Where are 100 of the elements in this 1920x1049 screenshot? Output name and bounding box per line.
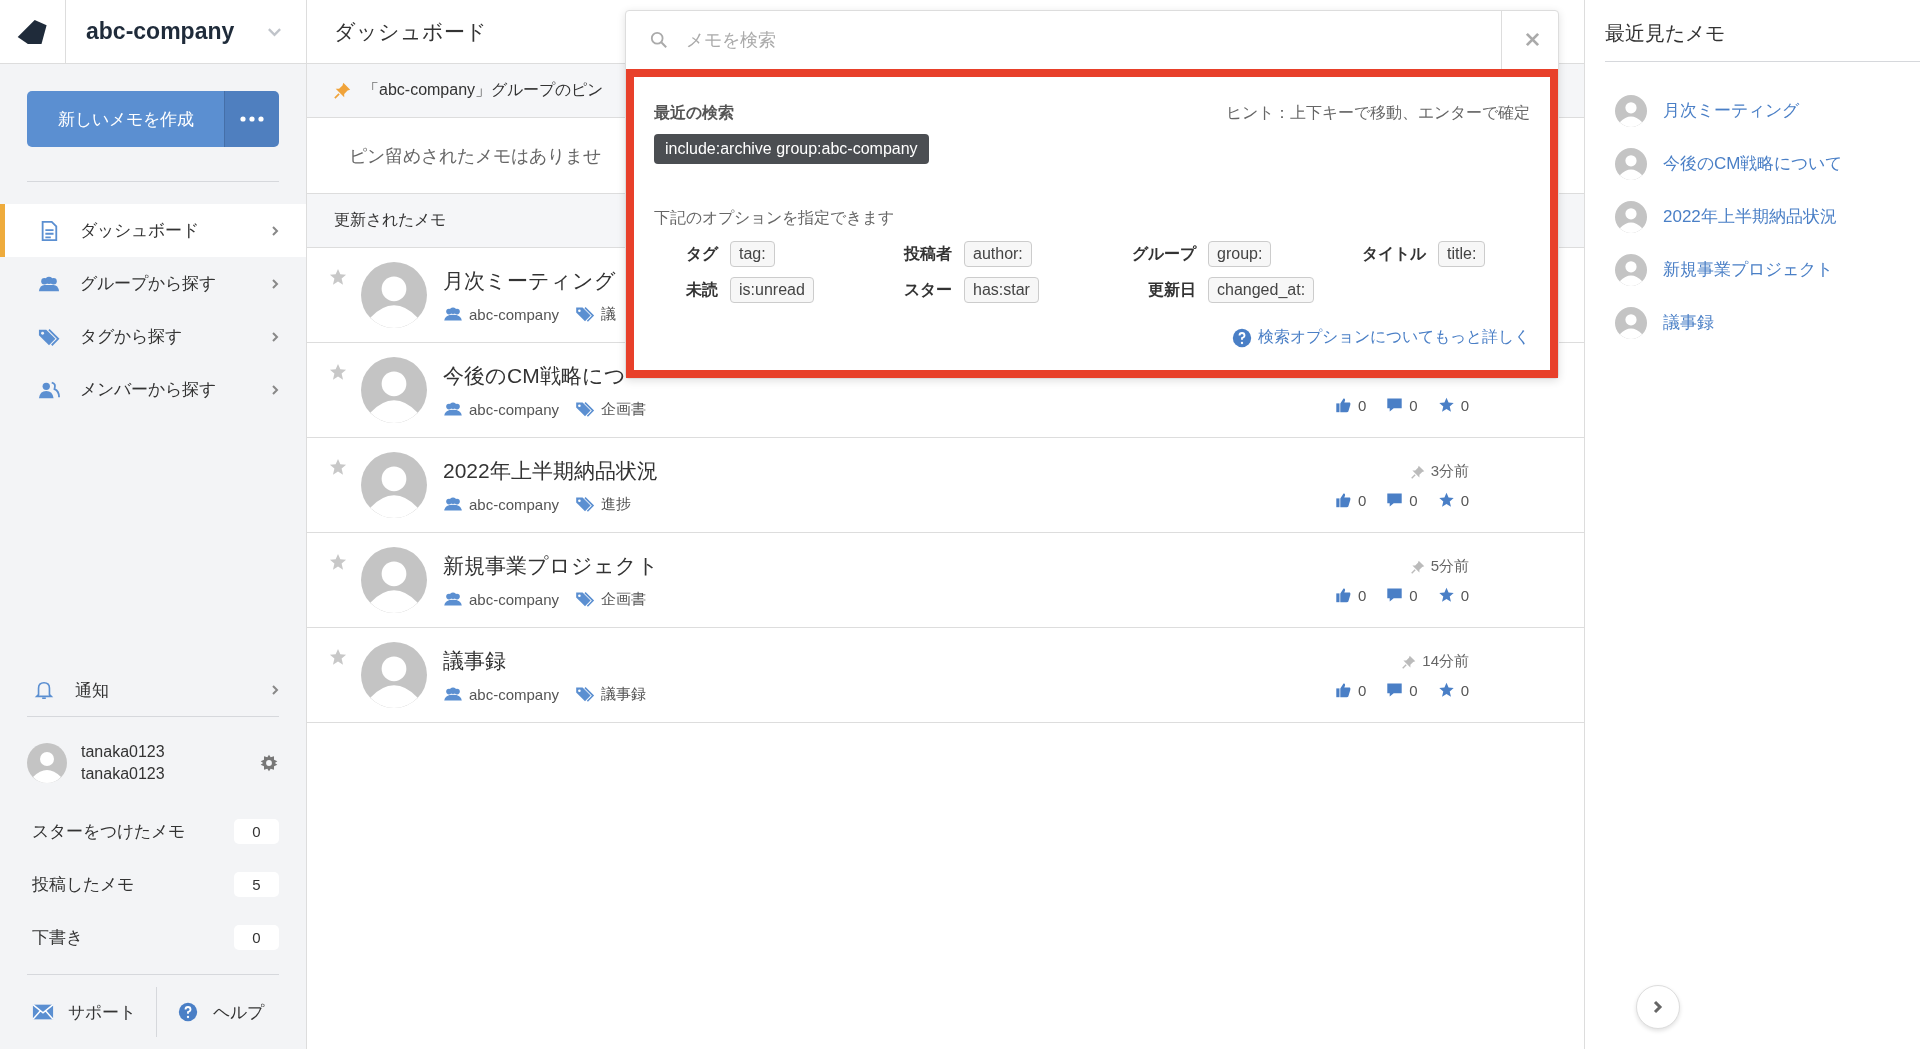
chevron-right-icon [271, 330, 279, 343]
option-token[interactable]: changed_at: [1208, 277, 1315, 303]
comment-count: 0 [1409, 586, 1418, 604]
group-name[interactable]: abc-company [469, 590, 560, 608]
recent-memo-link[interactable]: 新規事業プロジェクト [1663, 258, 1833, 281]
recent-memo-link[interactable]: 今後のCM戦略について [1663, 152, 1843, 175]
comment-icon [1386, 587, 1404, 603]
comment-icon [1386, 682, 1404, 698]
option-token[interactable]: title: [1438, 241, 1486, 267]
avatar-icon [1615, 147, 1647, 180]
like-count: 0 [1357, 396, 1367, 414]
settings-icon[interactable] [259, 753, 279, 773]
group-name[interactable]: abc-company [469, 400, 560, 418]
tag-name[interactable]: 進捗 [601, 494, 632, 514]
chevron-right-icon [271, 277, 279, 290]
memo-title[interactable]: 今後のCM戦略につ [443, 361, 626, 390]
users-icon [38, 379, 60, 400]
memo-title[interactable]: 月次ミーティング [443, 266, 616, 295]
option-label: タイトル [1361, 243, 1426, 264]
like-count: 0 [1357, 491, 1367, 509]
count-badge: 0 [234, 925, 279, 950]
star-icon[interactable] [329, 363, 347, 381]
comment-icon [1386, 397, 1404, 413]
page-title: ダッシュボード [334, 18, 487, 45]
option-token[interactable]: author: [964, 241, 1032, 267]
group-icon [443, 686, 463, 702]
comment-count: 0 [1409, 681, 1418, 699]
option-token[interactable]: tag: [730, 241, 775, 267]
help-icon [177, 1002, 199, 1022]
support-link[interactable]: サポート [32, 1000, 136, 1024]
avatar-icon [1615, 94, 1647, 127]
nav-item[interactable]: ダッシュボード [0, 204, 306, 257]
recent-memo-link[interactable]: 議事録 [1663, 311, 1714, 334]
chevron-down-icon[interactable] [267, 26, 282, 37]
expand-button[interactable] [1636, 985, 1680, 1029]
star-count: 0 [1460, 396, 1469, 414]
avatar-icon [1615, 253, 1647, 286]
nav-item[interactable]: グループから探す [0, 257, 306, 310]
hint-text: ヒント：上下キーで移動、エンターで確定 [1226, 103, 1530, 123]
chevron-right-icon [1653, 1000, 1663, 1014]
tag-icon [38, 326, 60, 347]
memo-title[interactable]: 議事録 [443, 646, 506, 675]
memo-title[interactable]: 新規事業プロジェクト [443, 551, 659, 580]
help-icon [1232, 327, 1252, 348]
tag-name[interactable]: 企画書 [601, 589, 647, 609]
option-token[interactable]: group: [1208, 241, 1272, 267]
pin-icon [334, 82, 351, 99]
star-icon[interactable] [329, 458, 347, 476]
pin-icon [1410, 559, 1425, 574]
like-count: 0 [1357, 586, 1367, 604]
option-label: タグ [685, 243, 718, 264]
group-name[interactable]: abc-company [469, 495, 560, 513]
option-token[interactable]: has:star [964, 277, 1039, 303]
more-icon [240, 116, 264, 122]
avatar-icon [361, 452, 427, 518]
star-count: 0 [1460, 491, 1469, 509]
panel-title: 最近見たメモ [1605, 21, 1726, 46]
recent-search-chip[interactable]: include:archive group:abc-company [654, 134, 929, 164]
section-heading: 「abc-company」グループのピン [363, 80, 604, 100]
avatar-icon [361, 262, 427, 328]
mail-icon [32, 1002, 54, 1022]
thumbs-up-icon [1334, 682, 1352, 698]
count-label[interactable]: スターをつけたメモ [32, 820, 185, 843]
help-link[interactable]: ヘルプ [177, 1000, 264, 1024]
count-badge: 0 [234, 819, 279, 844]
group-name[interactable]: abc-company [469, 685, 560, 703]
tag-name[interactable]: 議 [601, 304, 617, 324]
star-icon[interactable] [329, 553, 347, 571]
user-name: tanaka0123 [81, 742, 166, 762]
star-icon[interactable] [329, 648, 347, 666]
nav-item[interactable]: メンバーから探す [0, 363, 306, 416]
more-button[interactable] [224, 91, 279, 147]
recent-memo-link[interactable]: 2022年上半期納品状況 [1663, 205, 1837, 228]
star-icon [1437, 492, 1455, 508]
tag-name[interactable]: 議事録 [601, 684, 647, 704]
logo-icon[interactable] [15, 17, 50, 46]
close-icon[interactable] [1525, 32, 1540, 47]
nav-item[interactable]: タグから探す [0, 310, 306, 363]
notification-item[interactable]: 通知 [0, 668, 306, 712]
tag-name[interactable]: 企画書 [601, 399, 647, 419]
comment-count: 0 [1409, 396, 1418, 414]
group-icon [443, 591, 463, 607]
memo-title[interactable]: 2022年上半期納品状況 [443, 456, 658, 485]
recent-memo-link[interactable]: 月次ミーティング [1663, 99, 1799, 122]
group-icon [443, 306, 463, 322]
star-icon[interactable] [329, 268, 347, 286]
option-token[interactable]: is:unread [730, 277, 814, 303]
avatar-icon [1615, 200, 1647, 233]
avatar-icon[interactable] [27, 743, 67, 783]
option-label: 未読 [685, 279, 718, 300]
avatar-icon [361, 357, 427, 423]
group-icon [443, 401, 463, 417]
thumbs-up-icon [1334, 397, 1352, 413]
count-label[interactable]: 投稿したメモ [32, 873, 134, 896]
option-label: グループ [1131, 243, 1196, 264]
count-label[interactable]: 下書き [32, 926, 83, 949]
search-options-link[interactable]: 検索オプションについてもっと詳しく [1258, 327, 1530, 348]
user-id: tanaka0123 [81, 764, 166, 784]
group-name[interactable]: abc-company [469, 305, 560, 323]
updated-time: 3分前 [1430, 462, 1469, 481]
